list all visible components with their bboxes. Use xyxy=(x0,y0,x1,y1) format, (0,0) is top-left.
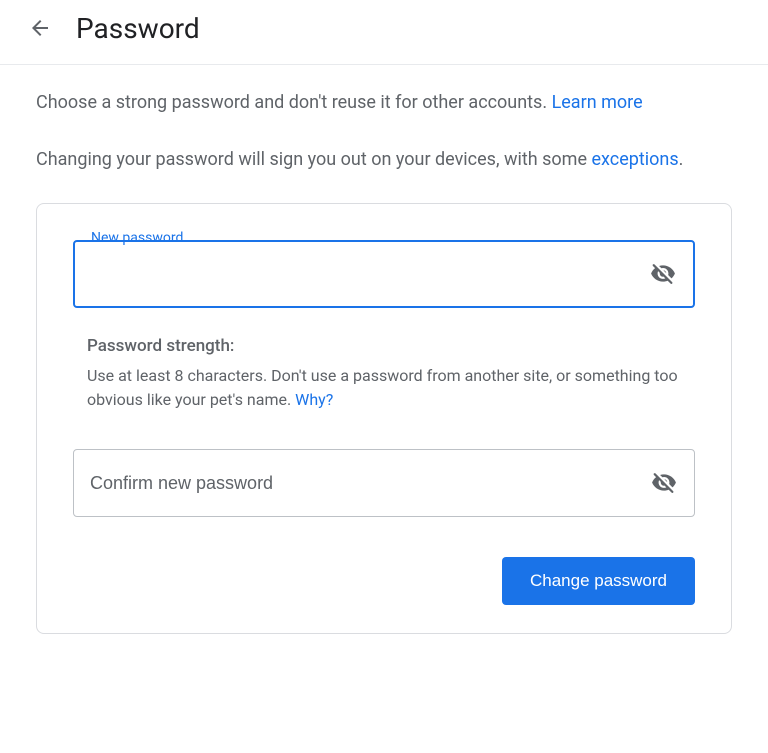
eye-off-icon xyxy=(650,261,676,287)
new-password-outline xyxy=(73,240,695,308)
header: Password xyxy=(0,0,768,65)
page-title: Password xyxy=(76,12,200,45)
new-password-field-wrapper: New password xyxy=(73,240,695,308)
password-card: New password Password strength: Use at l… xyxy=(36,203,732,635)
exceptions-link[interactable]: exceptions xyxy=(591,149,678,170)
change-password-button[interactable]: Change password xyxy=(502,557,695,605)
toggle-visibility-new[interactable] xyxy=(649,260,677,288)
intro-text-1: Choose a strong password and don't reuse… xyxy=(36,92,552,113)
new-password-input[interactable] xyxy=(91,242,649,306)
strength-section: Password strength: Use at least 8 charac… xyxy=(87,336,695,414)
button-row: Change password xyxy=(73,557,695,605)
strength-desc-text: Use at least 8 characters. Don't use a p… xyxy=(87,366,678,410)
learn-more-link[interactable]: Learn more xyxy=(552,92,643,113)
confirm-password-outline xyxy=(73,449,695,517)
confirm-password-field-wrapper xyxy=(73,449,695,517)
confirm-password-input[interactable] xyxy=(90,450,650,516)
toggle-visibility-confirm[interactable] xyxy=(650,469,678,497)
strength-title: Password strength: xyxy=(87,336,695,356)
eye-off-icon xyxy=(651,470,677,496)
strength-desc: Use at least 8 characters. Don't use a p… xyxy=(87,364,695,414)
why-link[interactable]: Why? xyxy=(295,390,333,409)
arrow-left-icon xyxy=(28,16,52,40)
intro-text-2: Changing your password will sign you out… xyxy=(36,149,591,170)
intro-line-2: Changing your password will sign you out… xyxy=(36,146,732,175)
back-button[interactable] xyxy=(20,8,60,48)
content: Choose a strong password and don't reuse… xyxy=(0,65,768,634)
intro-text-2-suffix: . xyxy=(679,149,684,170)
intro-line-1: Choose a strong password and don't reuse… xyxy=(36,89,732,118)
